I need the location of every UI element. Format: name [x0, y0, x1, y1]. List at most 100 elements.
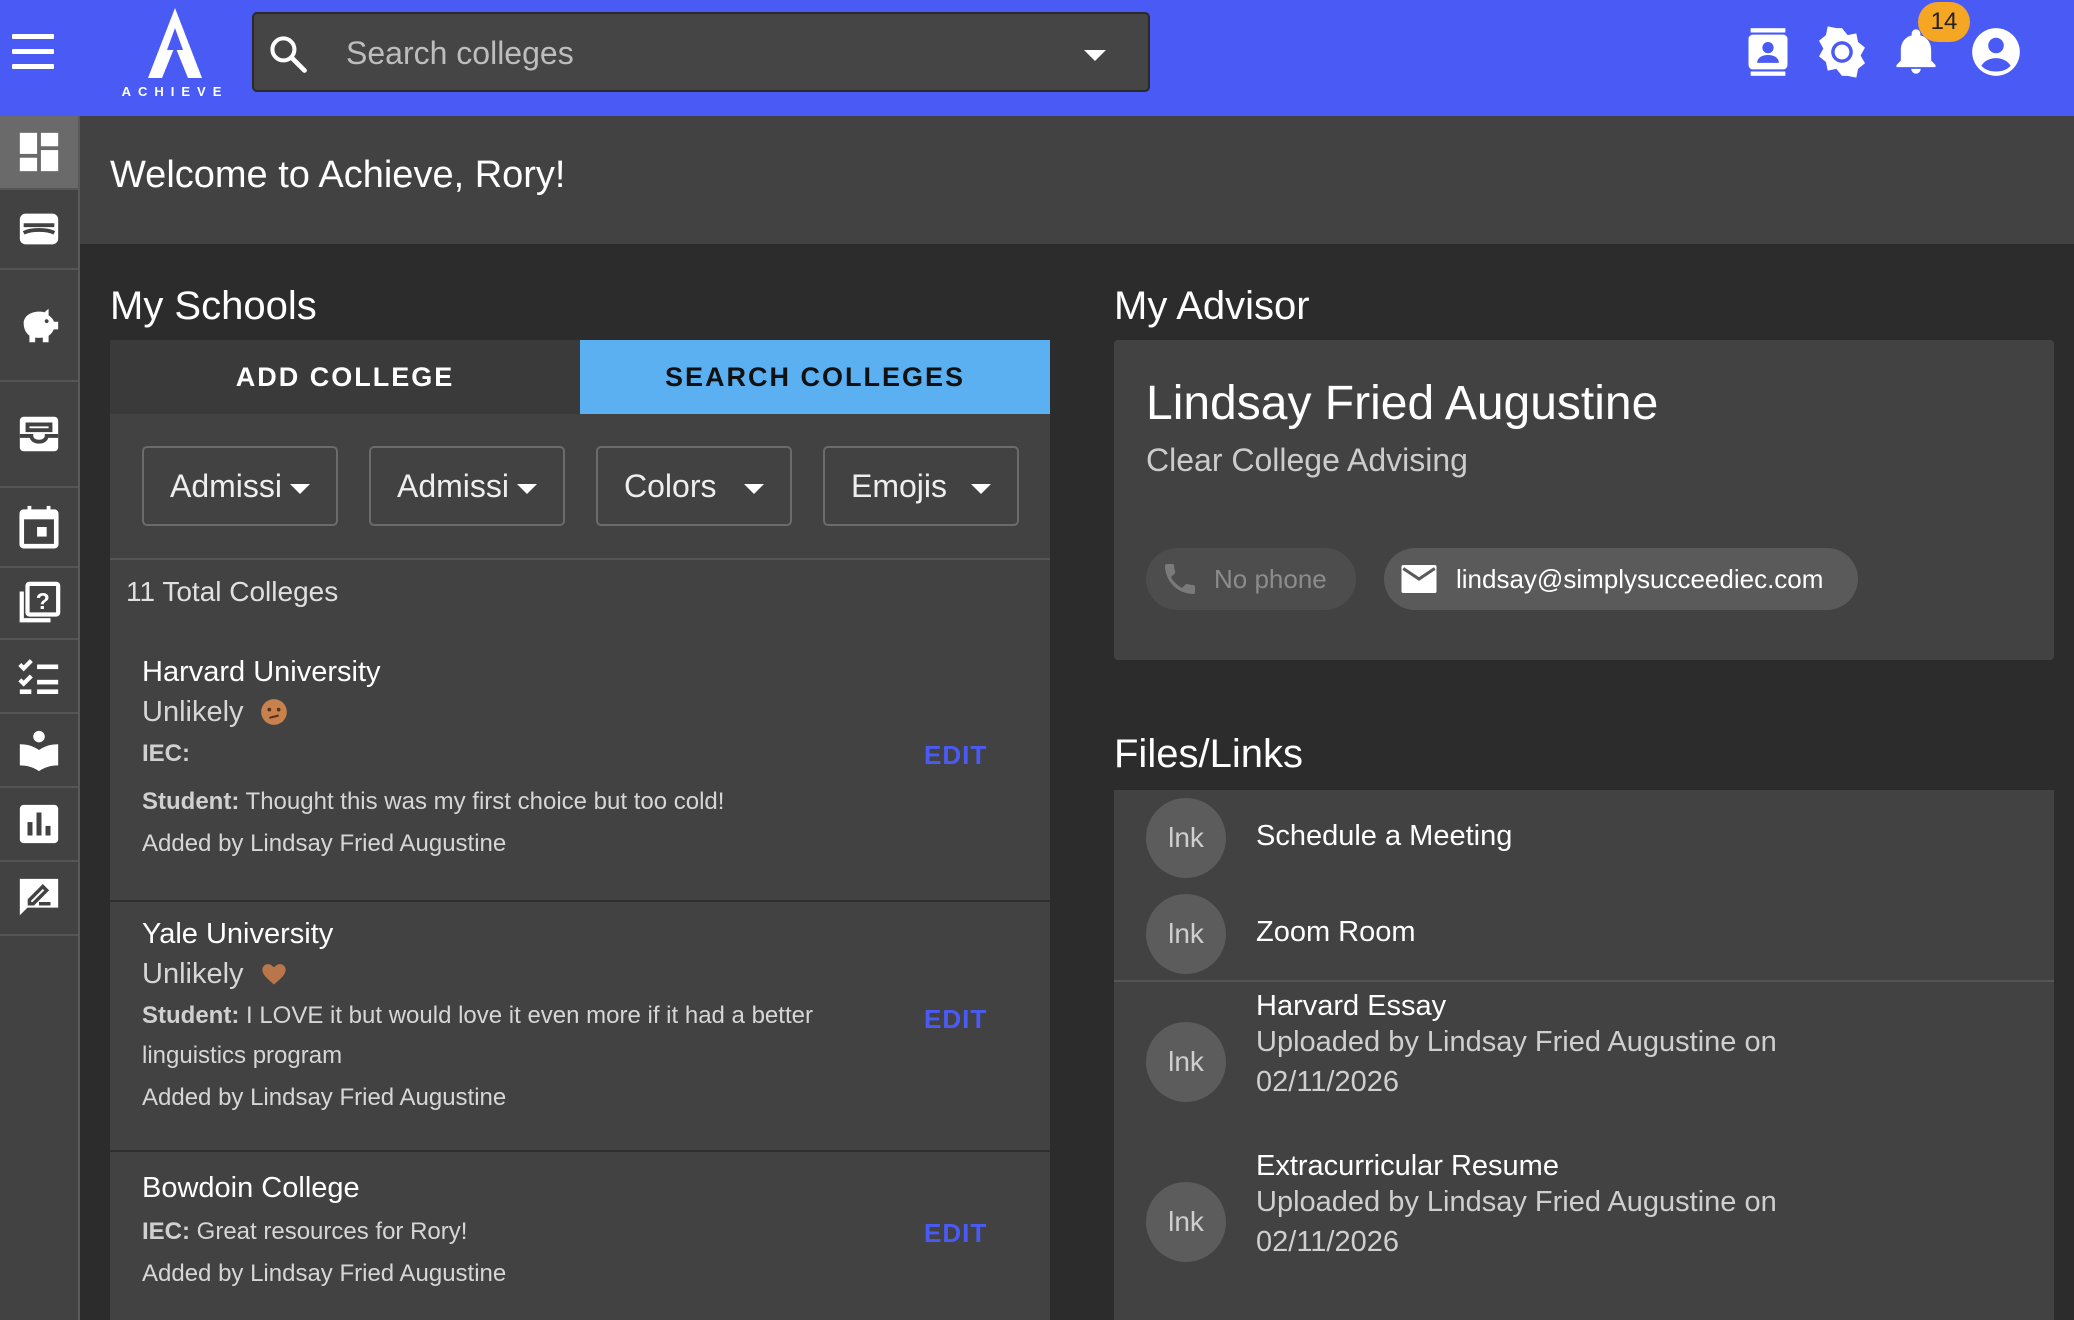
student-note: Student: Thought this was my first choic… [142, 782, 902, 822]
brightness-icon[interactable] [1816, 26, 1868, 78]
edit-button[interactable]: EDIT [924, 1218, 987, 1249]
advisor-card: Lindsay Fried Augustine Clear College Ad… [1114, 340, 2054, 660]
iec-label: IEC: [142, 740, 190, 767]
nav-inbox[interactable] [0, 382, 78, 488]
total-colleges-count: 11 Total Colleges [126, 576, 339, 607]
heart-icon [262, 964, 286, 985]
file-date: 02/11/2026 [1256, 1226, 1399, 1258]
piggy-bank-icon [23, 308, 59, 343]
college-search-box[interactable] [252, 12, 1150, 92]
student-note-text: Thought this was my first choice but too… [239, 788, 725, 815]
phone-chip[interactable]: No phone [1146, 548, 1356, 610]
edit-button[interactable]: EDIT [924, 1004, 987, 1035]
college-item-yale[interactable]: Yale University Unlikely Student: I LOVE… [110, 902, 1050, 1152]
college-status: Unlikely [142, 696, 244, 728]
account-circle-icon[interactable] [1970, 26, 2022, 78]
tab-add-college[interactable]: ADD COLLEGE [110, 340, 580, 414]
file-avatar: lnk [1146, 1022, 1226, 1102]
chevron-down-icon[interactable] [1084, 50, 1106, 61]
college-name: Bowdoin College [142, 1172, 360, 1204]
added-by: Added by Lindsay Fried Augustine [142, 1260, 507, 1287]
edit-button[interactable]: EDIT [924, 740, 987, 771]
mail-icon [1401, 565, 1437, 593]
admission-filter-1[interactable]: Admissi [142, 446, 338, 526]
iec-note: IEC: [142, 734, 902, 774]
nav-questions[interactable]: ? [0, 568, 78, 640]
link-item[interactable]: lnk Zoom Room [1114, 886, 2054, 980]
notification-count-badge: 14 [1918, 2, 1970, 42]
student-note-text: I LOVE it but would love it even more if… [142, 1002, 813, 1069]
search-input[interactable] [344, 26, 1044, 80]
filter-label: Admissi [397, 468, 510, 504]
achieve-logo[interactable]: ACHIEVE [120, 6, 230, 102]
chevron-down-icon [744, 484, 764, 494]
nav-wallet[interactable] [0, 190, 78, 270]
filter-label: Colors [624, 468, 717, 504]
calendar-icon [19, 505, 59, 549]
checklist-icon [18, 659, 59, 695]
nav-dashboard[interactable] [0, 116, 78, 190]
dashboard-icon [19, 132, 59, 172]
file-title: Extracurricular Resume [1256, 1150, 1559, 1182]
advisor-name: Lindsay Fried Augustine [1146, 377, 1659, 430]
colors-filter[interactable]: Colors [596, 446, 792, 526]
file-date: 02/11/2026 [1256, 1066, 1399, 1098]
chevron-down-icon [971, 484, 991, 494]
rate-review-icon [19, 878, 59, 916]
bar-chart-icon [19, 804, 59, 844]
link-title: Zoom Room [1256, 916, 1416, 948]
iec-label: IEC: [142, 1218, 190, 1245]
filter-label: Admissi [170, 468, 283, 504]
quiz-icon: ? [19, 581, 61, 623]
welcome-header: Welcome to Achieve, Rory! [80, 116, 2074, 244]
admission-filter-2[interactable]: Admissi [369, 446, 565, 526]
phone-text: No phone [1214, 563, 1327, 594]
tab-search-colleges[interactable]: SEARCH COLLEGES [580, 340, 1050, 414]
my-schools-title: My Schools [110, 284, 317, 328]
phone-icon [1165, 564, 1195, 594]
file-title: Harvard Essay [1256, 990, 1447, 1022]
nav-checklist[interactable] [0, 640, 78, 714]
student-label: Student: [142, 788, 240, 815]
college-item-harvard[interactable]: Harvard University Unlikely IEC: EDIT St… [110, 640, 1050, 902]
files-links-title: Files/Links [1114, 732, 1303, 776]
college-name: Harvard University [142, 656, 381, 688]
reader-icon [19, 730, 59, 772]
college-item-bowdoin[interactable]: Bowdoin College IEC: Great resources for… [110, 1152, 1050, 1320]
link-avatar: lnk [1146, 894, 1226, 974]
email-text: lindsay@simplysucceediec.com [1456, 563, 1824, 594]
svg-text:?: ? [36, 588, 50, 614]
search-icon [270, 36, 307, 73]
iec-note-text: Great resources for Rory! [190, 1218, 468, 1245]
my-advisor-title: My Advisor [1114, 284, 1310, 328]
inbox-icon [19, 416, 59, 452]
contacts-icon[interactable] [1742, 26, 1794, 78]
emojis-filter[interactable]: Emojis [823, 446, 1019, 526]
file-item[interactable]: lnk Harvard Essay Uploaded by Lindsay Fr… [1114, 990, 2054, 1150]
nav-calendar[interactable] [0, 488, 78, 568]
chevron-down-icon [290, 484, 310, 494]
email-chip[interactable]: lindsay@simplysucceediec.com [1384, 548, 1858, 610]
file-item[interactable]: lnk Extracurricular Resume Uploaded by L… [1114, 1150, 2054, 1320]
file-avatar: lnk [1146, 1182, 1226, 1262]
filter-label: Emojis [851, 468, 948, 504]
nav-reading[interactable] [0, 714, 78, 788]
nav-essays[interactable] [0, 862, 78, 936]
student-label: Student: [142, 1002, 240, 1029]
divider [1114, 980, 2054, 982]
top-app-bar: ACHIEVE 14 [0, 0, 2074, 116]
link-title: Schedule a Meeting [1256, 820, 1513, 852]
wallet-icon [19, 213, 59, 245]
menu-icon[interactable] [10, 34, 58, 74]
link-item[interactable]: lnk Schedule a Meeting [1114, 790, 2054, 886]
college-name: Yale University [142, 918, 334, 950]
chevron-down-icon [517, 484, 537, 494]
file-uploaded-by: Uploaded by Lindsay Fried Augustine on [1256, 1186, 1777, 1218]
iec-note: IEC: Great resources for Rory! [142, 1212, 902, 1252]
college-status: Unlikely [142, 958, 244, 990]
confused-face-icon [261, 699, 287, 725]
nav-analytics[interactable] [0, 788, 78, 862]
link-avatar: lnk [1146, 798, 1226, 878]
welcome-title: Welcome to Achieve, Rory! [110, 154, 566, 196]
nav-savings[interactable] [0, 270, 78, 382]
